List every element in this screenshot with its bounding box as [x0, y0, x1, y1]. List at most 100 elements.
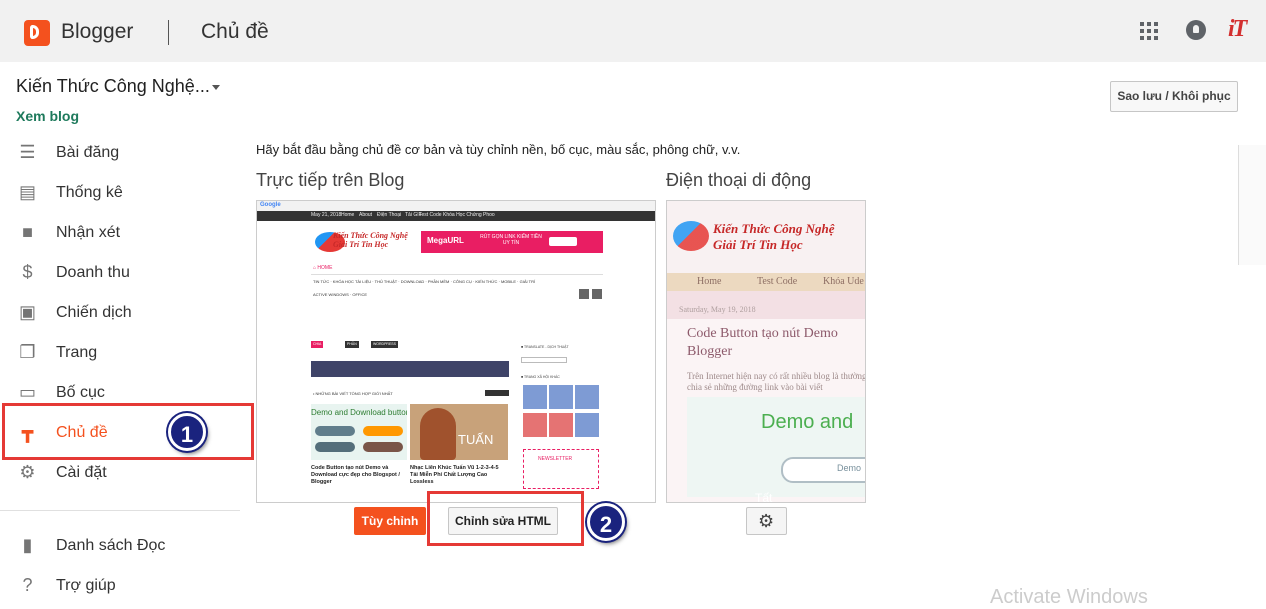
blogger-logo-icon[interactable]	[24, 20, 50, 46]
mobile-nav-item: Home	[697, 276, 722, 287]
sidebar-item-label: Bố cục	[56, 384, 105, 401]
preview-social-button	[575, 413, 599, 437]
preview-topbar-item: Khóa Học Chứng Phoo	[443, 212, 495, 218]
sidebar-item-label: Cài đặt	[56, 464, 107, 481]
help-icon: ?	[22, 575, 33, 595]
preview-tab: CHIA SẺ KINH	[311, 341, 324, 360]
preview-ad-banner: MegaURL RÚT GỌN LINK KIẾM TIỀN UY TÍN	[421, 231, 603, 253]
mobile-theme-preview[interactable]: Kiến Thức Công Nghệ Giải Trí Tin Học Hom…	[666, 200, 866, 503]
stats-icon: ▤	[18, 182, 36, 202]
avatar[interactable]: iT	[1228, 16, 1247, 43]
posts-icon: ☰	[19, 142, 36, 162]
preview-topbar-item: May 21, 2018	[311, 212, 342, 218]
chevron-down-icon[interactable]	[212, 85, 220, 90]
preview-home-link: ⌂ HOME	[313, 265, 333, 271]
preview-site-brand: Kiến Thức Công Nghệ Giải Trí Tin Học	[333, 231, 408, 249]
mobile-settings-button[interactable]: ⚙	[746, 507, 787, 535]
gear-icon: ⚙	[19, 462, 36, 482]
mobile-preview-nav: Home Test Code Khóa Ude	[667, 273, 865, 291]
preview-social-button	[575, 385, 599, 409]
sidebar-item-label: Thống kê	[56, 184, 123, 201]
mobile-post-title: Code Button tạo nút Demo Blogger	[687, 326, 838, 359]
step-badge-1: 1	[168, 413, 206, 451]
mobile-site-logo-icon	[673, 221, 709, 251]
preview-language-select	[521, 357, 567, 363]
header-divider	[168, 20, 169, 45]
preview-section-heading: • NHỮNG BÀI VIẾT TỔNG HỢP GIỚI NHẤT	[313, 391, 393, 396]
live-blog-heading: Trực tiếp trên Blog	[256, 170, 405, 190]
sidebar-item-label: Bài đăng	[56, 144, 120, 161]
mobile-demo-button: Demo	[781, 457, 865, 483]
page-title: Chủ đề	[201, 20, 269, 43]
pages-icon: ❐	[19, 342, 36, 362]
app-name[interactable]: Blogger	[61, 20, 133, 44]
blog-title-selector[interactable]: Kiến Thức Công Nghệ...	[16, 76, 210, 97]
sidebar-item-pages[interactable]: ❐ Trang	[0, 333, 240, 373]
highlight-box-edit-html	[427, 491, 584, 546]
sidebar-item-label: Trang	[56, 344, 98, 361]
sidebar-item-label: Trợ giúp	[56, 577, 116, 594]
apps-grid-icon[interactable]	[1140, 22, 1158, 40]
sidebar-item-label: Danh sách Đọc	[56, 537, 166, 554]
intro-text: Hãy bắt đầu bằng chủ đề cơ bản và tùy ch…	[256, 142, 741, 157]
activate-windows-watermark: Activate Windows	[990, 586, 1148, 608]
preview-side-heading: ■ TRANG XÃ HỘI KHÁC	[521, 375, 560, 379]
preview-social-button	[549, 413, 573, 437]
preview-menu: TIN TỨC · KHÓA HỌC TÀI LIỆU · THỦ THUẬT …	[313, 279, 536, 284]
dollar-icon: $	[22, 262, 33, 282]
preview-ad-logo: MegaURL	[427, 236, 464, 245]
mobile-nav-item: Khóa Ude	[823, 276, 864, 287]
preview-post-thumbnail-2: TUẤN	[410, 404, 508, 460]
bookmark-icon: ▮	[22, 535, 33, 555]
mobile-post-image: Demo and Demo	[687, 397, 865, 497]
preview-social-button	[523, 385, 547, 409]
preview-menu-2: ACTIVE WINDOWS · OFFICE	[313, 292, 367, 297]
sidebar-item-reading-list[interactable]: ▮ Danh sách Đọc	[0, 526, 240, 566]
notifications-bell-icon[interactable]	[1186, 20, 1206, 40]
preview-ad-button	[549, 237, 577, 246]
preview-tab: WORDPRESS	[371, 341, 398, 348]
preview-thumb-text: Demo and Download button	[311, 408, 407, 417]
preview-tab: PHẦN MỀM	[345, 341, 359, 353]
preview-view-more-button	[485, 390, 509, 396]
preview-post-thumbnail-1: Demo and Download button	[311, 404, 407, 460]
sidebar-item-label: Nhận xét	[56, 224, 121, 241]
right-scrollbar[interactable]	[1238, 145, 1266, 525]
top-bar: Blogger Chủ đề iT	[0, 0, 1266, 62]
gear-icon: ⚙	[758, 511, 775, 531]
mobile-post-text: Trên Internet hiện nay có rất nhiều blog…	[687, 371, 866, 392]
sidebar-item-help[interactable]: ? Trợ giúp	[0, 566, 240, 606]
mobile-nav-item: Test Code	[757, 276, 798, 287]
mobile-demo-text: Demo and	[761, 411, 854, 433]
sidebar-item-comments[interactable]: ■ Nhận xét	[0, 213, 240, 253]
desktop-theme-preview[interactable]: Google May 21, 2018 Home About Điện Thoạ…	[256, 200, 656, 503]
preview-divider	[311, 274, 603, 275]
view-blog-link[interactable]: Xem blog	[16, 108, 79, 124]
preview-social-button	[549, 385, 573, 409]
preview-google-logo: Google	[260, 202, 281, 208]
sidebar-divider	[0, 510, 240, 511]
backup-restore-button[interactable]: Sao lưu / Khôi phục	[1110, 81, 1238, 112]
mobile-demo-button-label: Demo	[837, 463, 862, 473]
sidebar-item-posts[interactable]: ☰ Bài đăng	[0, 133, 240, 173]
step-badge-2: 2	[587, 503, 625, 541]
sidebar-item-label: Doanh thu	[56, 264, 130, 281]
preview-square-icon	[579, 289, 589, 299]
preview-side-heading: ■ TRANSLATE - DỊCH THUẬT	[521, 345, 569, 349]
preview-topbar-item: Test Code	[419, 212, 442, 218]
preview-newsletter-title: NEWSLETTER	[538, 456, 573, 462]
sidebar-item-campaigns[interactable]: ▣ Chiến dịch	[0, 293, 240, 333]
customize-button[interactable]: Tùy chỉnh	[354, 507, 426, 535]
preview-newsletter-box: NEWSLETTER	[523, 449, 599, 489]
highlight-box-theme	[2, 403, 254, 460]
sidebar-item-stats[interactable]: ▤ Thống kê	[0, 173, 240, 213]
layout-icon: ▭	[18, 382, 36, 402]
mobile-post-date: Saturday, May 19, 2018	[679, 305, 756, 314]
preview-post-caption-2: Nhạc Liên Khúc Tuấn Vũ 1-2-3-4-5 Tải Miễ…	[410, 465, 499, 485]
preview-social-button	[523, 413, 547, 437]
sidebar-item-earnings[interactable]: $ Doanh thu	[0, 253, 240, 293]
mobile-bottom-text: Tất	[755, 491, 773, 503]
preview-post-caption-1: Code Button tạo nút Demo và Download cực…	[311, 465, 400, 485]
comments-icon: ■	[22, 222, 33, 242]
sidebar-item-label: Chiến dịch	[56, 304, 132, 321]
